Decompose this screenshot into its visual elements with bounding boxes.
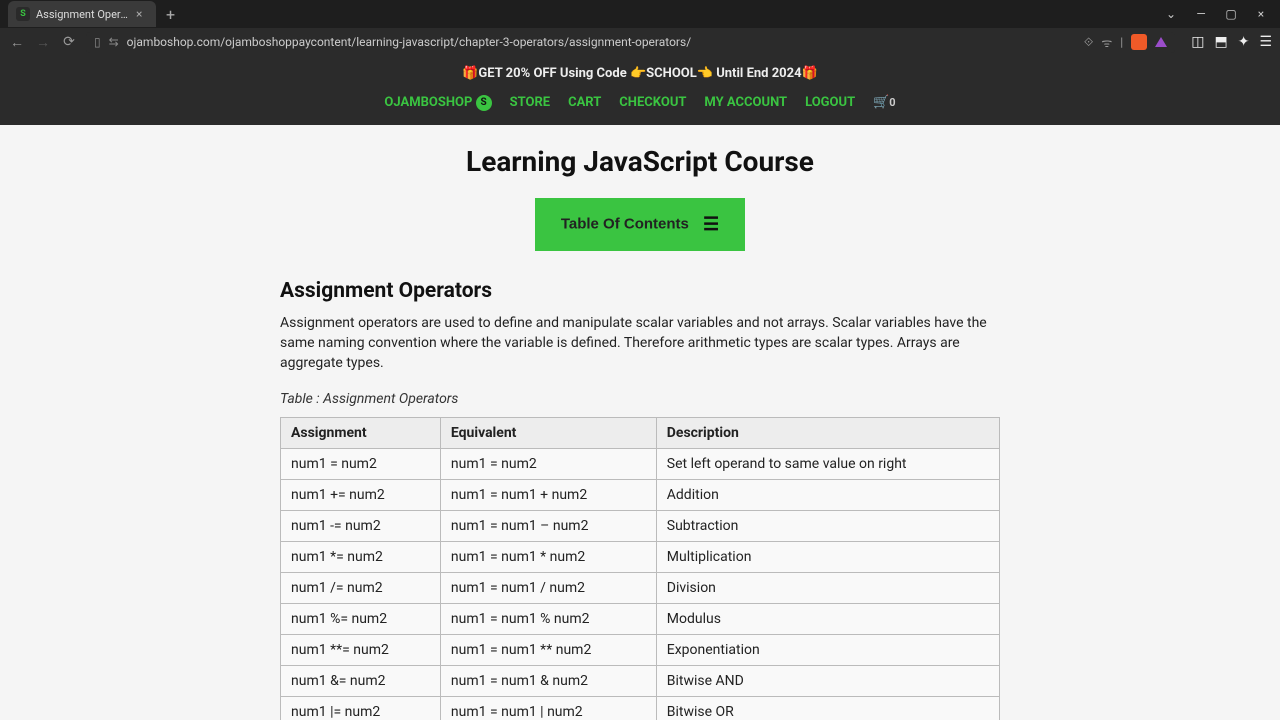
table-cell: Set left operand to same value on right [656,449,999,480]
close-icon[interactable]: × [136,7,148,21]
chevron-down-icon[interactable]: ⌄ [1160,7,1182,21]
table-row: num1 |= num2num1 = num1 | num2Bitwise OR [281,697,1000,720]
table-cell: num1 = num1 | num2 [440,697,656,720]
table-cell: num1 += num2 [281,480,441,511]
bookmark-icon[interactable]: ▯ [94,35,101,49]
table-cell: Bitwise AND [656,666,999,697]
site-nav: OJAMBOSHOP S STORE CART CHECKOUT MY ACCO… [0,85,1280,125]
table-cell: num1 = num1 – num2 [440,511,656,542]
brand-logo-icon: S [476,95,492,111]
table-cell: num1 = num1 & num2 [440,666,656,697]
table-row: num1 &= num2num1 = num1 & num2Bitwise AN… [281,666,1000,697]
section-paragraph: Assignment operators are used to define … [280,313,1000,374]
table-row: num1 /= num2num1 = num1 / num2Division [281,573,1000,604]
table-cell: Division [656,573,999,604]
maximize-icon[interactable]: ▢ [1220,7,1242,21]
page-scroll[interactable]: 🎁GET 20% OFF Using Code 👉SCHOOL👈 Until E… [0,56,1280,720]
table-cell: Exponentiation [656,635,999,666]
tab-bar: S Assignment Operators - O × + ⌄ — ▢ × [0,0,1280,28]
table-cell: num1 = num2 [440,449,656,480]
table-cell: num1 = num2 [281,449,441,480]
url-bar[interactable]: ▯ ⇆ ojamboshop.com/ojamboshoppaycontent/… [86,32,1175,53]
reload-icon[interactable]: ⟳ [60,34,78,50]
hamburger-icon: ☰ [703,214,719,235]
table-cell: num1 **= num2 [281,635,441,666]
table-cell: num1 = num1 % num2 [440,604,656,635]
table-cell: num1 &= num2 [281,666,441,697]
tab-title: Assignment Operators - O [36,8,130,21]
table-cell: num1 %= num2 [281,604,441,635]
rss-icon[interactable]: ᯤ [1101,34,1112,51]
menu-icon[interactable]: ☰ [1259,34,1272,50]
table-row: num1 += num2num1 = num1 + num2Addition [281,480,1000,511]
operators-table: AssignmentEquivalentDescription num1 = n… [280,417,1000,720]
table-header: Equivalent [440,418,656,449]
table-cell: num1 /= num2 [281,573,441,604]
forward-icon: → [34,34,52,51]
new-tab-button[interactable]: + [156,5,185,24]
share-icon[interactable]: ⟐ [1084,35,1093,50]
table-cell: Multiplication [656,542,999,573]
toc-label: Table Of Contents [561,215,689,232]
nav-bar: ← → ⟳ ▯ ⇆ ojamboshop.com/ojamboshoppayco… [0,28,1280,56]
nav-store[interactable]: STORE [503,95,558,110]
table-row: num1 -= num2num1 = num1 – num2Subtractio… [281,511,1000,542]
table-row: num1 %= num2num1 = num1 % num2Modulus [281,604,1000,635]
extension-icon[interactable] [1155,37,1167,47]
nav-brand[interactable]: OJAMBOSHOP S [377,95,498,110]
nav-account[interactable]: MY ACCOUNT [697,95,794,110]
table-cell: num1 |= num2 [281,697,441,720]
table-cell: num1 *= num2 [281,542,441,573]
window-close-icon[interactable]: × [1250,7,1272,21]
back-icon[interactable]: ← [8,34,26,51]
table-cell: Subtraction [656,511,999,542]
table-row: num1 *= num2num1 = num1 * num2Multiplica… [281,542,1000,573]
downloads-icon[interactable]: ⬒ [1214,34,1227,50]
url-text: ojamboshop.com/ojamboshoppaycontent/lear… [127,35,1076,49]
table-header: Assignment [281,418,441,449]
table-header: Description [656,418,999,449]
brave-shield-icon[interactable] [1131,34,1147,50]
nav-cart[interactable]: CART [561,95,608,110]
toc-button[interactable]: Table Of Contents ☰ [535,198,745,251]
table-cell: num1 = num1 / num2 [440,573,656,604]
table-cell: Addition [656,480,999,511]
table-cell: Modulus [656,604,999,635]
nav-checkout[interactable]: CHECKOUT [612,95,693,110]
browser-tab[interactable]: S Assignment Operators - O × [8,1,156,27]
table-cell: Bitwise OR [656,697,999,720]
sidebar-icon[interactable]: ◫ [1191,34,1204,50]
tab-favicon: S [16,7,30,21]
table-cell: num1 = num1 * num2 [440,542,656,573]
table-caption: Table : Assignment Operators [280,391,1000,407]
table-cell: num1 -= num2 [281,511,441,542]
divider: | [1120,35,1123,49]
minimize-icon[interactable]: — [1190,7,1212,21]
table-row: num1 **= num2num1 = num1 ** num2Exponent… [281,635,1000,666]
nav-cart-icon[interactable]: 🛒0 [866,95,903,110]
page-title: Learning JavaScript Course [280,145,1000,178]
table-cell: num1 = num1 ** num2 [440,635,656,666]
section-heading: Assignment Operators [280,279,1000,303]
site-info-icon[interactable]: ⇆ [109,35,119,49]
nav-logout[interactable]: LOGOUT [798,95,862,110]
promo-banner: 🎁GET 20% OFF Using Code 👉SCHOOL👈 Until E… [0,56,1280,85]
table-row: num1 = num2num1 = num2Set left operand t… [281,449,1000,480]
table-cell: num1 = num1 + num2 [440,480,656,511]
sparkle-icon[interactable]: ✦ [1238,34,1250,50]
